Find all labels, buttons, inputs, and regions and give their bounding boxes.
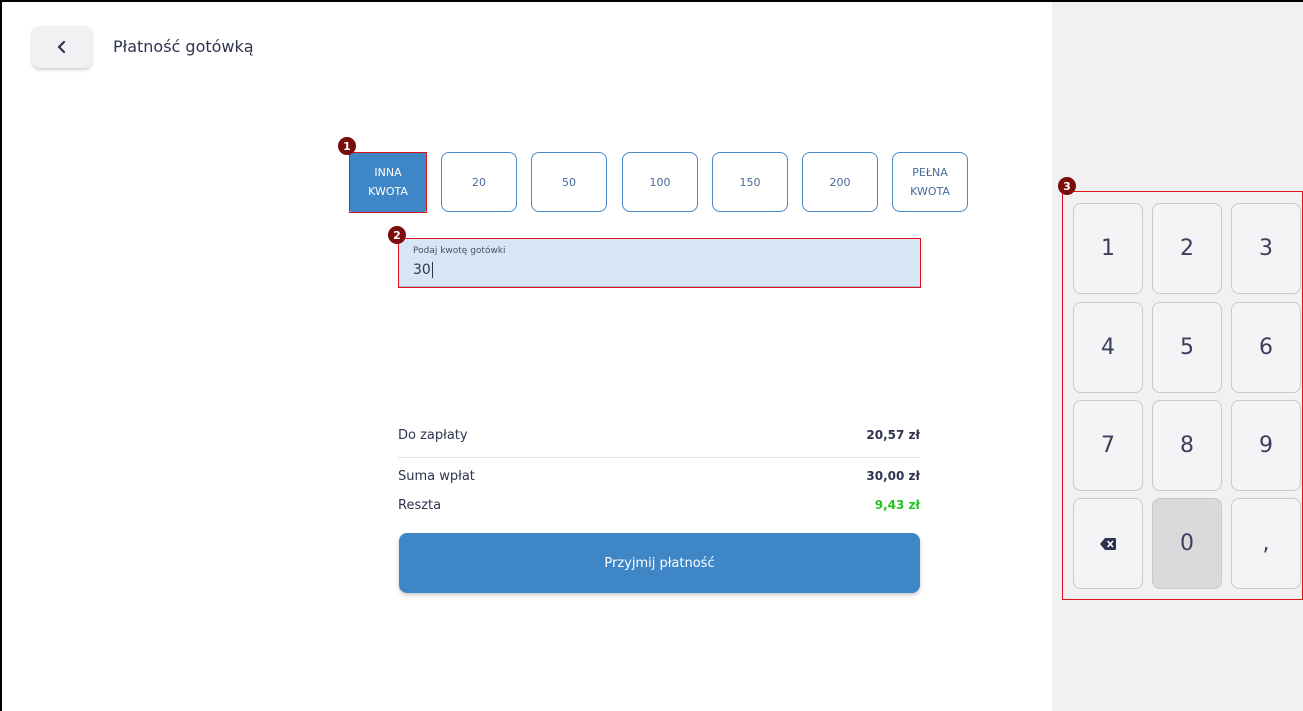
chip-150[interactable]: 150 xyxy=(712,152,788,212)
cash-amount-input[interactable]: Podaj kwotę gotówki 30 xyxy=(399,239,920,287)
page-title: Płatność gotówką xyxy=(113,37,254,56)
back-button[interactable] xyxy=(32,26,92,68)
key-6[interactable]: 6 xyxy=(1231,302,1301,393)
key-comma[interactable]: , xyxy=(1231,498,1301,589)
chip-full-amount[interactable]: PEŁNA KWOTA xyxy=(892,152,968,212)
due-value: 20,57 zł xyxy=(866,428,920,442)
key-2[interactable]: 2 xyxy=(1152,203,1222,294)
summary-row-paid: Suma wpłat 30,00 zł xyxy=(398,469,920,487)
summary-row-due: Do zapłaty 20,57 zł xyxy=(398,428,920,446)
key-7[interactable]: 7 xyxy=(1073,400,1143,491)
summary-divider xyxy=(398,457,920,458)
text-caret xyxy=(431,262,433,278)
annotation-marker-2: 2 xyxy=(388,226,406,244)
paid-label: Suma wpłat xyxy=(398,469,475,484)
chip-200[interactable]: 200 xyxy=(802,152,878,212)
cash-input-label: Podaj kwotę gotówki xyxy=(413,246,506,256)
annotation-marker-1: 1 xyxy=(338,137,356,155)
annotation-marker-3: 3 xyxy=(1058,177,1076,195)
change-value: 9,43 zł xyxy=(874,498,920,512)
key-8[interactable]: 8 xyxy=(1152,400,1222,491)
change-label: Reszta xyxy=(398,498,442,513)
key-9[interactable]: 9 xyxy=(1231,400,1301,491)
key-backspace[interactable] xyxy=(1073,498,1143,589)
backspace-icon xyxy=(1100,537,1116,550)
summary-row-change: Reszta 9,43 zł xyxy=(398,498,920,516)
chip-50[interactable]: 50 xyxy=(531,152,607,212)
key-1[interactable]: 1 xyxy=(1073,203,1143,294)
cash-input-value: 30 xyxy=(413,262,433,278)
key-3[interactable]: 3 xyxy=(1231,203,1301,294)
accept-payment-button[interactable]: Przyjmij płatność xyxy=(399,533,920,593)
paid-value: 30,00 zł xyxy=(866,469,920,483)
chevron-left-icon xyxy=(57,40,66,54)
chip-100[interactable]: 100 xyxy=(622,152,698,212)
key-0[interactable]: 0 xyxy=(1152,498,1222,589)
chip-20[interactable]: 20 xyxy=(441,152,517,212)
chip-other-amount[interactable]: INNA KWOTA xyxy=(350,152,426,212)
key-5[interactable]: 5 xyxy=(1152,302,1222,393)
key-4[interactable]: 4 xyxy=(1073,302,1143,393)
due-label: Do zapłaty xyxy=(398,428,468,443)
